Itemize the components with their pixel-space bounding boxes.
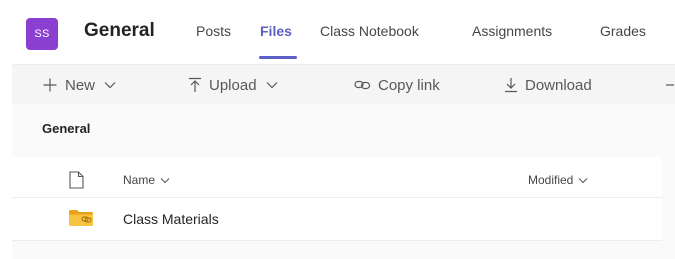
upload-icon: [188, 77, 202, 93]
channel-header: SS General Posts Files Class Notebook As…: [0, 0, 675, 64]
upload-label: Upload: [209, 76, 257, 94]
more-actions-clipped[interactable]: [666, 73, 674, 97]
download-button[interactable]: Download: [504, 73, 592, 97]
item-name: Class Materials: [123, 211, 219, 227]
copy-link-button[interactable]: Copy link: [354, 73, 440, 97]
tab-class-notebook[interactable]: Class Notebook: [320, 23, 419, 39]
new-label: New: [65, 76, 96, 94]
download-icon: [504, 77, 518, 93]
modified-column-header[interactable]: Modified: [528, 173, 588, 187]
chevron-down-icon: [266, 81, 278, 89]
tab-assignments[interactable]: Assignments: [472, 23, 552, 39]
files-toolbar: New Upload Copy link Download: [12, 64, 675, 105]
list-header: Name Modified: [12, 157, 662, 198]
file-list: Name Modified Class Materials: [12, 157, 662, 241]
list-item[interactable]: Class Materials: [12, 198, 662, 241]
chevron-down-icon: [104, 81, 116, 89]
modified-column-label: Modified: [528, 173, 574, 187]
overflow-dash-icon: [666, 77, 674, 93]
tab-files[interactable]: Files: [260, 23, 292, 39]
folder-icon: [69, 210, 93, 231]
chevron-down-icon: [160, 173, 170, 187]
name-column-header[interactable]: Name: [123, 173, 170, 187]
chevron-down-icon: [578, 173, 588, 187]
tab-posts[interactable]: Posts: [196, 23, 231, 39]
active-tab-indicator: [259, 56, 297, 59]
breadcrumb[interactable]: General: [42, 121, 90, 136]
name-column-label: Name: [123, 173, 156, 187]
new-button[interactable]: New: [42, 73, 116, 97]
channel-title: General: [84, 20, 155, 41]
tab-grades[interactable]: Grades: [600, 23, 646, 39]
download-label: Download: [525, 76, 592, 94]
plus-icon: [42, 77, 58, 93]
upload-button[interactable]: Upload: [188, 73, 278, 97]
team-avatar[interactable]: SS: [26, 18, 58, 50]
file-type-icon[interactable]: [69, 171, 84, 194]
copy-link-label: Copy link: [378, 76, 440, 94]
link-icon: [354, 79, 371, 91]
